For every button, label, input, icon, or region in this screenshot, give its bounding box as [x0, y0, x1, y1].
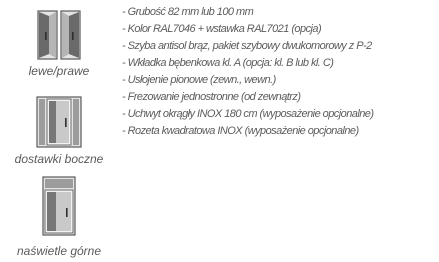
door-with-top-light-icon [42, 176, 76, 236]
caption-top-light: naświetle górne [16, 244, 102, 258]
spec-item-rosette: - Rozeta kwadratowa INOX (wyposażenie op… [122, 125, 359, 137]
spec-item-lock-insert: - Wkładka bębenkowa kl. A (opcja: kl. B … [122, 57, 334, 69]
caption-left-right: lewe/prawe [28, 64, 90, 78]
spec-list: - Grubość 82 mm lub 100 mm - Kolor RAL70… [122, 4, 439, 140]
spec-item-handle: - Uchwyt okrągły INOX 180 cm (wyposażeni… [122, 108, 374, 120]
caption-side-panels: dostawki boczne [14, 152, 104, 166]
spec-item-grain: - Usłojenie pionowe (zewn., wewn.) [122, 74, 276, 86]
spec-item-milling: - Frezowanie jednostronne (od zewnątrz) [122, 91, 301, 103]
spec-item-color: - Kolor RAL7046 + wstawka RAL7021 (opcja… [122, 23, 322, 35]
double-door-icon [37, 10, 81, 60]
spec-item-thickness: - Grubość 82 mm lub 100 mm [122, 6, 254, 18]
variants-column: lewe/prawe dostawki boczne naświetle gór… [0, 0, 118, 262]
door-with-side-panels-icon [36, 96, 82, 148]
spec-item-glass: - Szyba antisol brąz, pakiet szybowy dwu… [122, 40, 372, 52]
